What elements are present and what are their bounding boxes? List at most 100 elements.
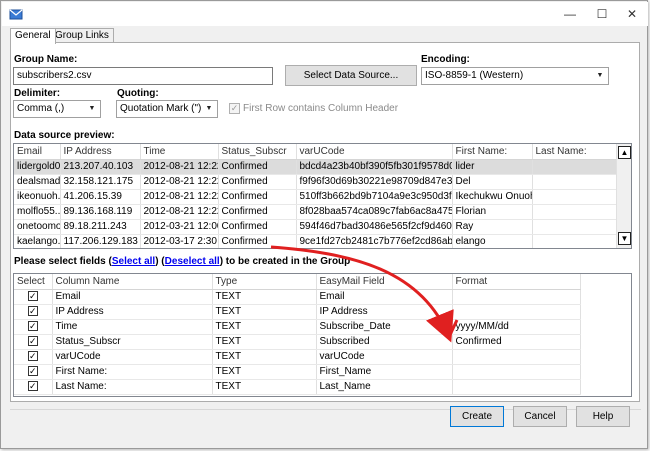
field-select-checkbox[interactable]: ✓ — [27, 351, 38, 361]
encoding-value: ISO-8859-1 (Western) — [425, 70, 524, 81]
delimiter-select[interactable]: Comma (,) ▼ — [13, 100, 101, 118]
field-select-checkbox[interactable]: ✓ — [27, 336, 38, 346]
preview-cell: 2012-03-17 2:30 — [140, 234, 219, 248]
preview-cell: 2012-08-21 12:22 — [140, 189, 219, 205]
preview-cell: Confirmed — [218, 204, 297, 220]
preview-column-header[interactable]: Status_Subscr — [218, 144, 297, 160]
field-select-checkbox[interactable]: ✓ — [27, 366, 38, 376]
field-format-cell[interactable]: Confirmed — [452, 334, 581, 350]
field-field-cell[interactable]: First_Name — [316, 364, 453, 380]
fields-column-header: EasyMail Field — [316, 274, 453, 290]
preview-cell: lider — [452, 159, 533, 175]
preview-row[interactable]: lidergold0...213.207.40.1032012-08-21 12… — [14, 159, 618, 175]
select-data-source-button[interactable]: Select Data Source... — [285, 65, 417, 86]
preview-row[interactable]: kaelango...117.206.129.1832012-03-17 2:3… — [14, 234, 618, 248]
field-select-checkbox[interactable]: ✓ — [27, 321, 38, 331]
tab-group-links[interactable]: Group Links — [50, 28, 114, 43]
fields-column-header: Select — [14, 274, 53, 290]
title-bar: — ☐ ✕ — [2, 2, 648, 26]
preview-column-header[interactable]: Last Name: — [532, 144, 618, 160]
field-select-cell: ✓ — [14, 349, 53, 365]
preview-cell — [532, 204, 618, 220]
field-select-checkbox[interactable]: ✓ — [27, 291, 38, 301]
quoting-select[interactable]: Quotation Mark (") ▼ — [116, 100, 218, 118]
preview-cell: molflo55... — [14, 204, 61, 220]
fields-column-header: Column Name — [52, 274, 213, 290]
preview-row[interactable]: ikeonuoh...41.206.15.392012-08-21 12:22C… — [14, 189, 618, 205]
field-select-cell: ✓ — [14, 319, 53, 335]
field-row[interactable]: ✓ Status_Subscr TEXT Subscribed Confirmed — [14, 334, 581, 350]
tab-general[interactable]: General — [10, 28, 56, 44]
field-format-cell[interactable] — [452, 349, 581, 365]
field-row[interactable]: ✓ First Name: TEXT First_Name — [14, 364, 581, 380]
preview-cell: bdcd4a23b40bf390f5fb301f9578d0cc — [296, 159, 453, 175]
preview-column-header[interactable]: Time — [140, 144, 219, 160]
cancel-button[interactable]: Cancel — [513, 406, 567, 427]
deselect-all-link[interactable]: Deselect all — [165, 256, 220, 267]
preview-column-header[interactable]: First Name: — [452, 144, 533, 160]
select-all-link[interactable]: Select all — [112, 256, 155, 267]
help-button[interactable]: Help — [576, 406, 630, 427]
preview-row[interactable]: molflo55... 89.136.168.119 2012-08-21 12:2… — [14, 204, 618, 220]
field-format-cell[interactable] — [452, 364, 581, 380]
field-format-cell[interactable] — [452, 379, 581, 395]
preview-cell: Ray — [452, 219, 533, 235]
preview-scrollbar[interactable]: ▲ ▼ — [616, 144, 631, 248]
preview-cell: Confirmed — [218, 159, 297, 175]
close-button[interactable]: ✕ — [621, 5, 643, 23]
field-type-cell: TEXT — [212, 304, 317, 320]
preview-cell: 117.206.129.183 — [60, 234, 141, 248]
preview-cell: Ikechukwu Onuoha — [452, 189, 533, 205]
field-field-cell[interactable]: varUCode — [316, 349, 453, 365]
preview-cell: ikeonuoh... — [14, 189, 61, 205]
field-type-cell: TEXT — [212, 379, 317, 395]
field-select-cell: ✓ — [14, 304, 53, 320]
preview-cell: 89.136.168.119 — [60, 204, 141, 220]
field-row[interactable]: ✓ Last Name: TEXT Last_Name — [14, 379, 581, 395]
field-row[interactable]: ✓ Time TEXT Subscribe_Date yyyy/MM/dd — [14, 319, 581, 335]
preview-column-header[interactable]: Email — [14, 144, 61, 160]
field-format-cell[interactable] — [452, 304, 581, 320]
app-icon — [9, 9, 23, 20]
delimiter-value: Comma (,) — [17, 103, 65, 114]
field-row[interactable]: ✓ Email TEXT Email — [14, 289, 581, 305]
preview-cell: Confirmed — [218, 174, 297, 190]
preview-cell: 89.18.211.243 — [60, 219, 141, 235]
field-select-cell: ✓ — [14, 364, 53, 380]
preview-column-header[interactable]: varUCode — [296, 144, 453, 160]
preview-row[interactable]: onetoomo...89.18.211.2432012-03-21 12:00… — [14, 219, 618, 235]
maximize-button[interactable]: ☐ — [591, 5, 613, 23]
field-row[interactable]: ✓ varUCode TEXT varUCode — [14, 349, 581, 365]
field-select-checkbox[interactable]: ✓ — [27, 381, 38, 391]
field-field-cell[interactable]: Last_Name — [316, 379, 453, 395]
group-name-input[interactable]: subscribers2.csv — [13, 67, 273, 85]
scroll-down-icon[interactable]: ▼ — [618, 232, 631, 245]
preview-cell: elango — [452, 234, 533, 248]
preview-column-header[interactable]: IP Address — [60, 144, 141, 160]
field-format-cell[interactable]: yyyy/MM/dd — [452, 319, 581, 335]
field-format-cell[interactable] — [452, 289, 581, 305]
field-field-cell[interactable]: Subscribe_Date — [316, 319, 453, 335]
create-button[interactable]: Create — [450, 406, 504, 427]
minimize-button[interactable]: — — [559, 5, 581, 23]
field-field-cell[interactable]: Subscribed — [316, 334, 453, 350]
preview-cell: Del — [452, 174, 533, 190]
preview-cell: Confirmed — [218, 219, 297, 235]
preview-row[interactable]: dealsmad...32.158.121.1752012-08-21 12:2… — [14, 174, 618, 190]
field-type-cell: TEXT — [212, 289, 317, 305]
fields-column-header: Format — [452, 274, 581, 290]
first-row-header-checkbox[interactable]: ✓ — [229, 103, 240, 114]
preview-cell: 594f46d7bad30486e565f2cf9d46063c — [296, 219, 453, 235]
preview-cell — [532, 219, 618, 235]
field-field-cell[interactable]: Email — [316, 289, 453, 305]
field-select-cell: ✓ — [14, 379, 53, 395]
field-name-cell: Email — [52, 289, 213, 305]
field-select-checkbox[interactable]: ✓ — [27, 306, 38, 316]
field-type-cell: TEXT — [212, 334, 317, 350]
field-row[interactable]: ✓ IP Address TEXT IP Address — [14, 304, 581, 320]
encoding-select[interactable]: ISO-8859-1 (Western) ▼ — [421, 67, 609, 85]
field-field-cell[interactable]: IP Address — [316, 304, 453, 320]
field-name-cell: Last Name: — [52, 379, 213, 395]
field-name-cell: IP Address — [52, 304, 213, 320]
scroll-up-icon[interactable]: ▲ — [618, 146, 631, 159]
